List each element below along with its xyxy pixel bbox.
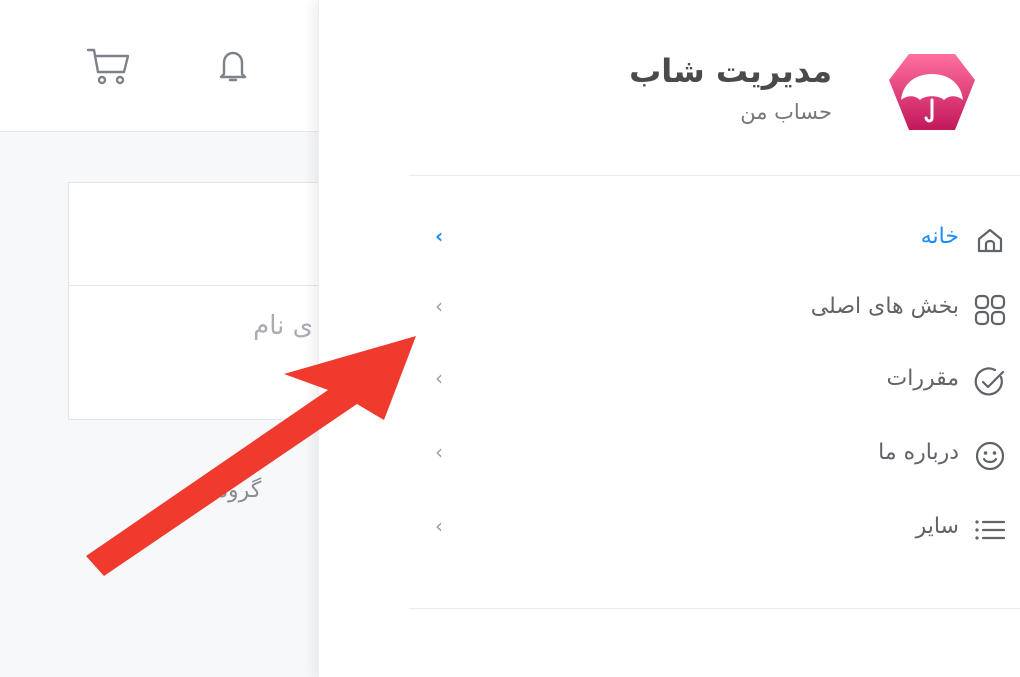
smile-icon [975,441,1005,471]
header-divider [409,175,1020,176]
menu-item-home[interactable]: خانه ‹ [429,216,1020,264]
menu-item-rules[interactable]: مقررات ‹ [429,358,1020,406]
list-icon [975,520,1006,540]
menu-item-label: مقررات [886,366,960,391]
menu-item-label: بخش های اصلی [810,294,959,319]
account-link[interactable]: حساب من [740,100,832,124]
menu-item-other[interactable]: سایر ‹ [429,506,1020,554]
chevron-left-icon: ‹ [435,440,443,464]
chevron-left-icon: ‹ [435,366,443,390]
background-group-label: گروه‌ه [205,478,262,503]
footer-divider [409,608,1020,609]
background-topbar [0,0,320,132]
menu-item-label: درباره ما [878,440,959,465]
cart-icon[interactable] [86,46,130,86]
home-icon [977,228,1003,253]
background-field-label: ی نام [253,311,313,341]
menu-item-label: خانه [920,224,959,249]
menu-item-label: سایر [915,514,959,539]
bell-icon[interactable] [218,48,248,84]
brand-title: مدیریت شاب [629,52,832,90]
menu-item-main-sections[interactable]: بخش های اصلی ‹ [429,286,1020,334]
umbrella-logo-icon [889,54,975,130]
side-drawer: مدیریت شاب حساب من خانه ‹ بخش های اصلی ‹… [318,0,1020,677]
chevron-left-icon: ‹ [435,294,443,318]
menu-item-about-us[interactable]: درباره ما ‹ [429,432,1020,480]
background-card: ی نام [68,182,338,420]
card-divider [69,285,337,286]
check-circle-icon [974,367,1005,396]
grid-icon [974,294,1006,326]
background-page: ی نام گروه‌ه [0,0,338,677]
chevron-left-icon: ‹ [435,224,444,248]
chevron-left-icon: ‹ [435,514,443,538]
